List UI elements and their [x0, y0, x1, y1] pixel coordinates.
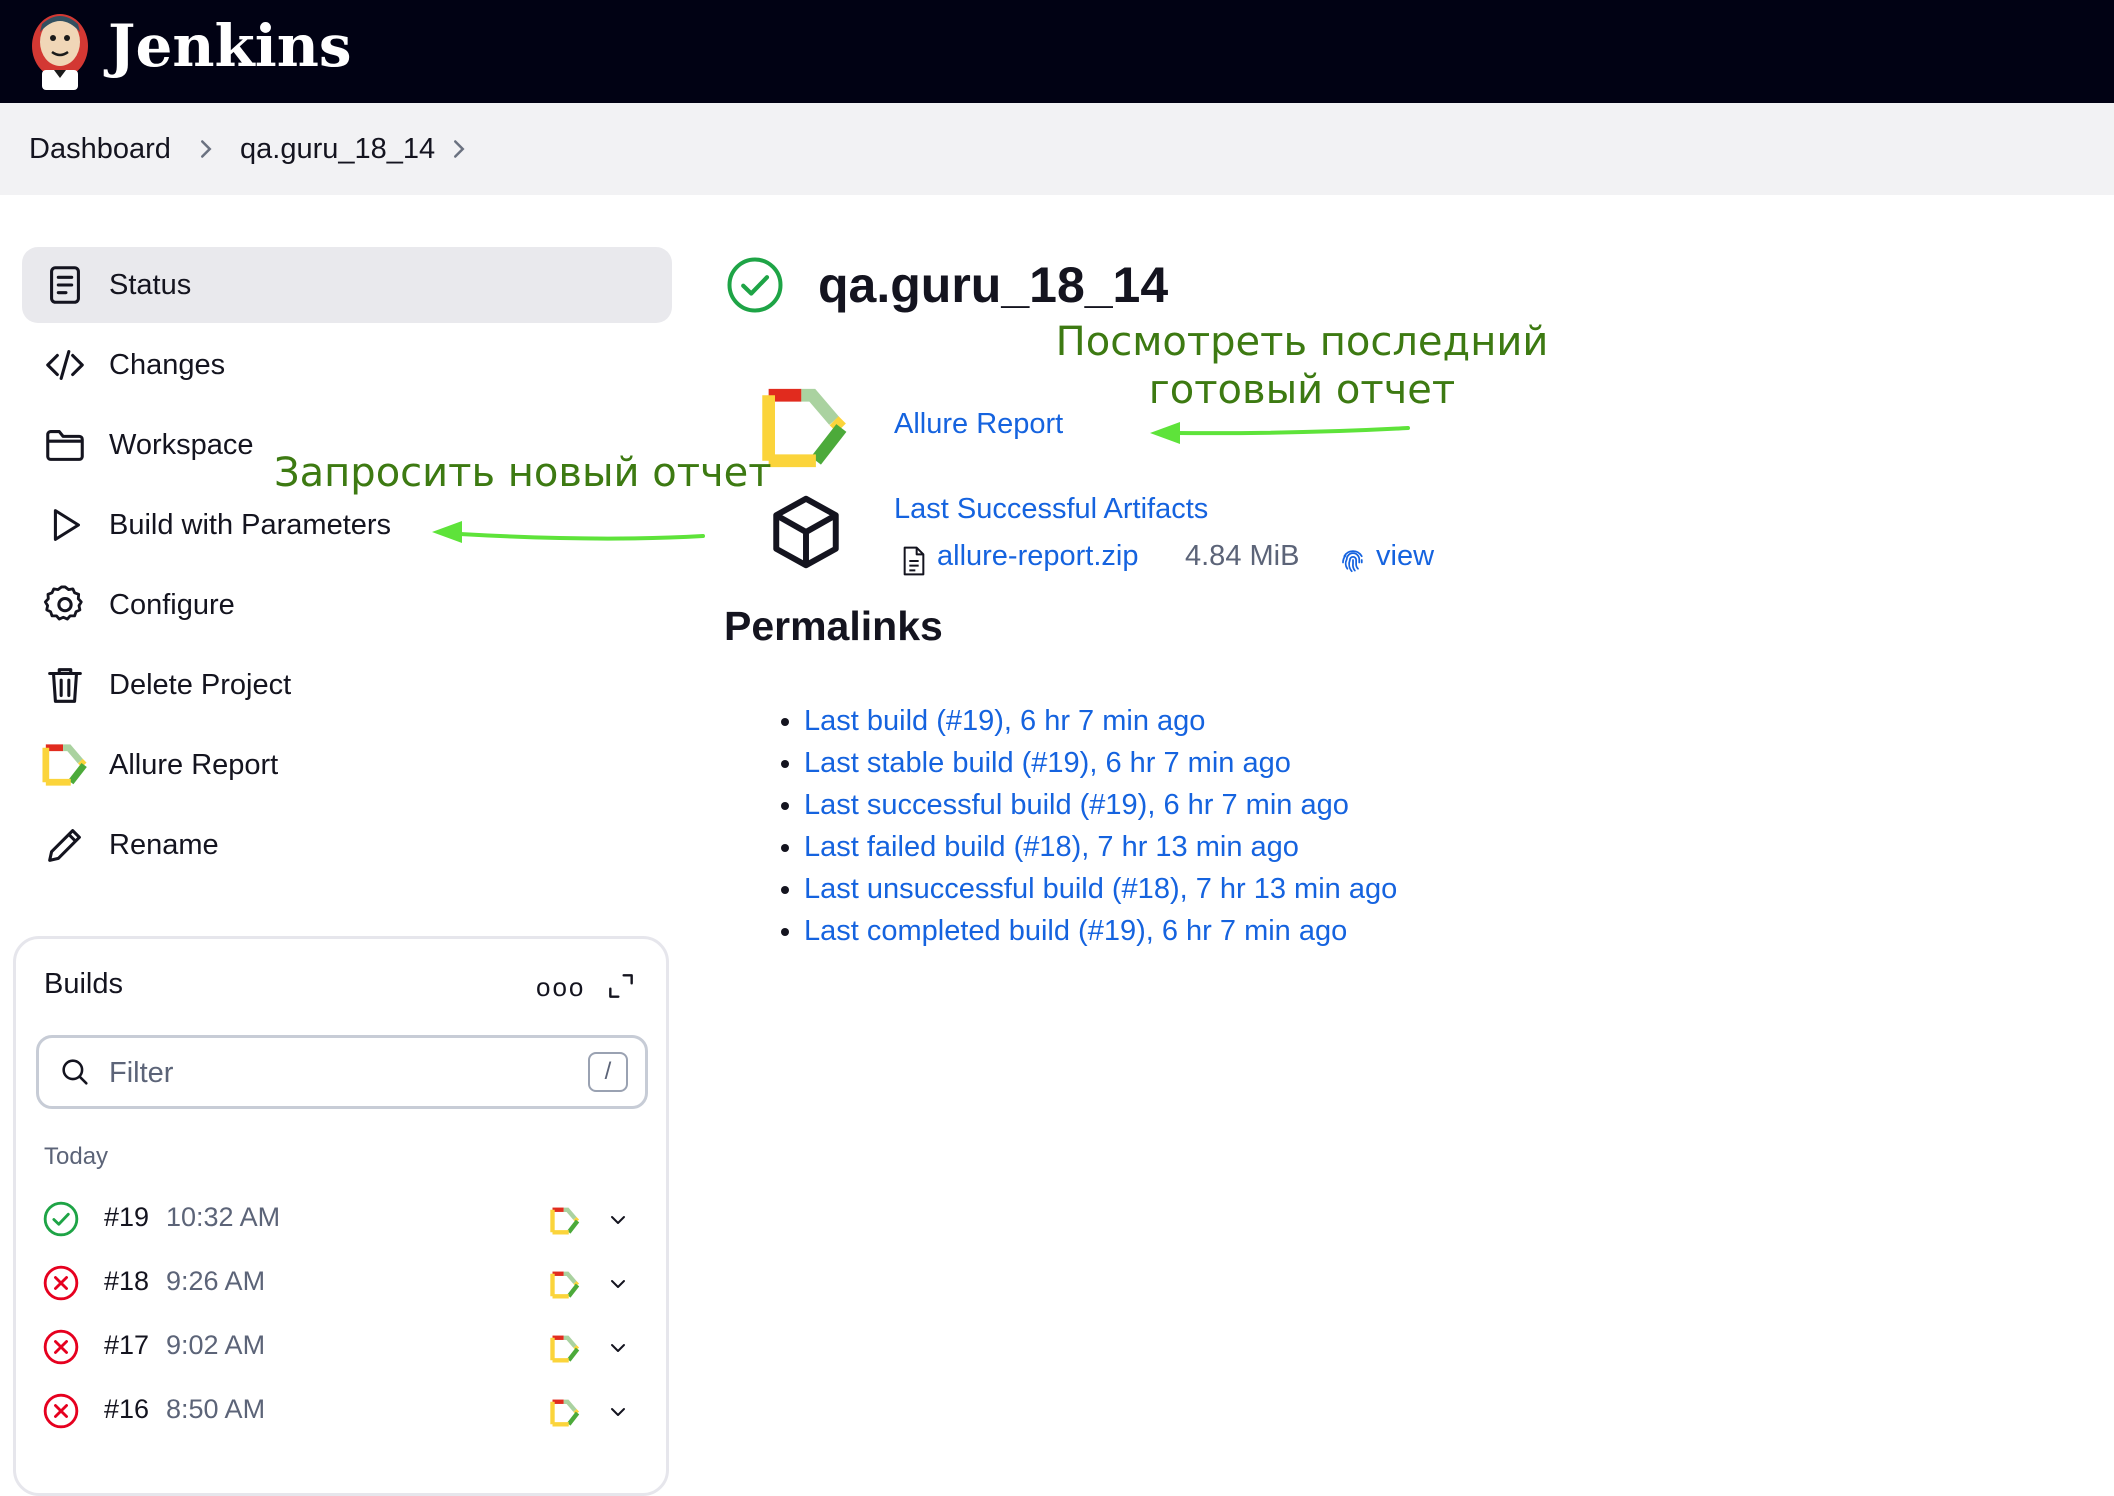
code-icon	[46, 350, 84, 380]
chevron-down-icon[interactable]	[606, 1272, 630, 1296]
allure-icon[interactable]	[550, 1206, 580, 1236]
list-item: Last stable build (#19), 6 hr 7 min ago	[804, 742, 1397, 784]
chevron-right-icon[interactable]	[444, 134, 474, 164]
chevron-down-icon[interactable]	[606, 1400, 630, 1424]
failure-icon	[43, 1329, 79, 1365]
arrowhead-allure-report	[1150, 422, 1180, 444]
trash-icon	[48, 668, 82, 703]
sidebar-item-rename[interactable]: Rename	[109, 825, 219, 865]
arrow-to-allure-report	[1173, 426, 1410, 436]
file-icon	[903, 546, 925, 576]
more-options-button[interactable]: ooo	[536, 972, 585, 1003]
allure-icon	[42, 744, 87, 786]
permalink-last-unsuccessful-build[interactable]: Last unsuccessful build (#18), 7 hr 13 m…	[804, 873, 1397, 905]
build-row[interactable]: #17 9:02 AM	[40, 1322, 640, 1372]
list-item: Last failed build (#18), 7 hr 13 min ago	[804, 826, 1397, 868]
page-title: qa.guru_18_14	[818, 257, 1169, 313]
jenkins-logo-icon[interactable]	[28, 8, 92, 92]
folder-icon	[46, 430, 84, 461]
expand-icon[interactable]	[605, 970, 637, 1002]
build-time[interactable]: 9:02 AM	[166, 1330, 265, 1361]
sidebar-item-allure-report[interactable]: Allure Report	[109, 745, 278, 785]
sidebar-item-label[interactable]: Status	[109, 265, 191, 305]
list-item: Last unsuccessful build (#18), 7 hr 13 m…	[804, 868, 1397, 910]
builds-group-label: Today	[44, 1143, 109, 1170]
arrowhead-build-with-parameters	[432, 521, 462, 543]
allure-icon[interactable]	[550, 1398, 580, 1428]
build-row[interactable]: #19 10:32 AM	[40, 1194, 640, 1244]
annotation-request-new-report: Запросить новый отчет	[274, 450, 772, 496]
build-row[interactable]: #18 9:26 AM	[40, 1258, 640, 1308]
failure-icon	[43, 1265, 79, 1301]
last-successful-artifacts-link[interactable]: Last Successful Artifacts	[894, 493, 1208, 526]
sidebar-item-changes[interactable]: Changes	[109, 345, 225, 385]
permalink-last-failed-build[interactable]: Last failed build (#18), 7 hr 13 min ago	[804, 831, 1299, 863]
filter-input[interactable]	[107, 1045, 571, 1101]
allure-icon[interactable]	[760, 388, 850, 468]
permalinks-list: Last build (#19), 6 hr 7 min ago Last st…	[770, 700, 1397, 952]
fingerprint-icon[interactable]	[1338, 544, 1368, 576]
package-icon	[773, 495, 839, 569]
sidebar-item-delete-project[interactable]: Delete Project	[109, 665, 291, 705]
sidebar-item-configure[interactable]: Configure	[109, 585, 235, 625]
chevron-down-icon[interactable]	[606, 1336, 630, 1360]
builds-title: Builds	[44, 968, 123, 1000]
sidebar-item-build-with-parameters[interactable]: Build with Parameters	[109, 505, 391, 545]
build-time[interactable]: 8:50 AM	[166, 1394, 265, 1425]
artifact-file-link[interactable]: allure-report.zip	[937, 540, 1138, 573]
breadcrumb-project[interactable]: qa.guru_18_14	[240, 103, 435, 195]
list-item: Last build (#19), 6 hr 7 min ago	[804, 700, 1397, 742]
allure-report-link[interactable]: Allure Report	[894, 408, 1063, 441]
build-number[interactable]: #18	[104, 1266, 149, 1297]
artifact-size: 4.84 MiB	[1185, 540, 1300, 572]
build-number[interactable]: #16	[104, 1394, 149, 1425]
brand-title[interactable]: Jenkins	[108, 4, 352, 88]
search-icon	[62, 1059, 88, 1085]
allure-icon[interactable]	[550, 1334, 580, 1364]
success-icon	[43, 1201, 79, 1237]
sidebar-item-workspace[interactable]: Workspace	[109, 425, 254, 465]
arrow-to-build-with-parameters	[458, 532, 705, 541]
allure-icon[interactable]	[550, 1270, 580, 1300]
filter-shortcut-key: /	[588, 1052, 628, 1092]
pencil-icon	[48, 829, 81, 862]
failure-icon	[43, 1393, 79, 1429]
chevron-down-icon[interactable]	[606, 1208, 630, 1232]
annotation-latest-report: Посмотреть последний готовый отчет	[1055, 319, 1549, 413]
build-number[interactable]: #17	[104, 1330, 149, 1361]
chevron-right-icon[interactable]	[191, 134, 221, 164]
permalink-last-successful-build[interactable]: Last successful build (#19), 6 hr 7 min …	[804, 789, 1349, 821]
breadcrumb: Dashboard qa.guru_18_14	[0, 103, 2114, 195]
list-item: Last successful build (#19), 6 hr 7 min …	[804, 784, 1397, 826]
build-time[interactable]: 9:26 AM	[166, 1266, 265, 1297]
artifact-view-link[interactable]: view	[1376, 540, 1434, 573]
list-item: Last completed build (#19), 6 hr 7 min a…	[804, 910, 1397, 952]
breadcrumb-dashboard[interactable]: Dashboard	[29, 103, 171, 195]
build-row[interactable]: #16 8:50 AM	[40, 1386, 640, 1436]
success-icon	[727, 257, 783, 313]
permalink-last-build[interactable]: Last build (#19), 6 hr 7 min ago	[804, 705, 1205, 737]
permalink-last-completed-build[interactable]: Last completed build (#19), 6 hr 7 min a…	[804, 915, 1347, 947]
build-time[interactable]: 10:32 AM	[166, 1202, 280, 1233]
permalinks-title: Permalinks	[724, 603, 943, 649]
build-number[interactable]: #19	[104, 1202, 149, 1233]
permalink-last-stable-build[interactable]: Last stable build (#19), 6 hr 7 min ago	[804, 747, 1291, 779]
document-icon	[50, 266, 80, 304]
gear-icon	[43, 585, 83, 621]
play-icon	[53, 509, 80, 541]
